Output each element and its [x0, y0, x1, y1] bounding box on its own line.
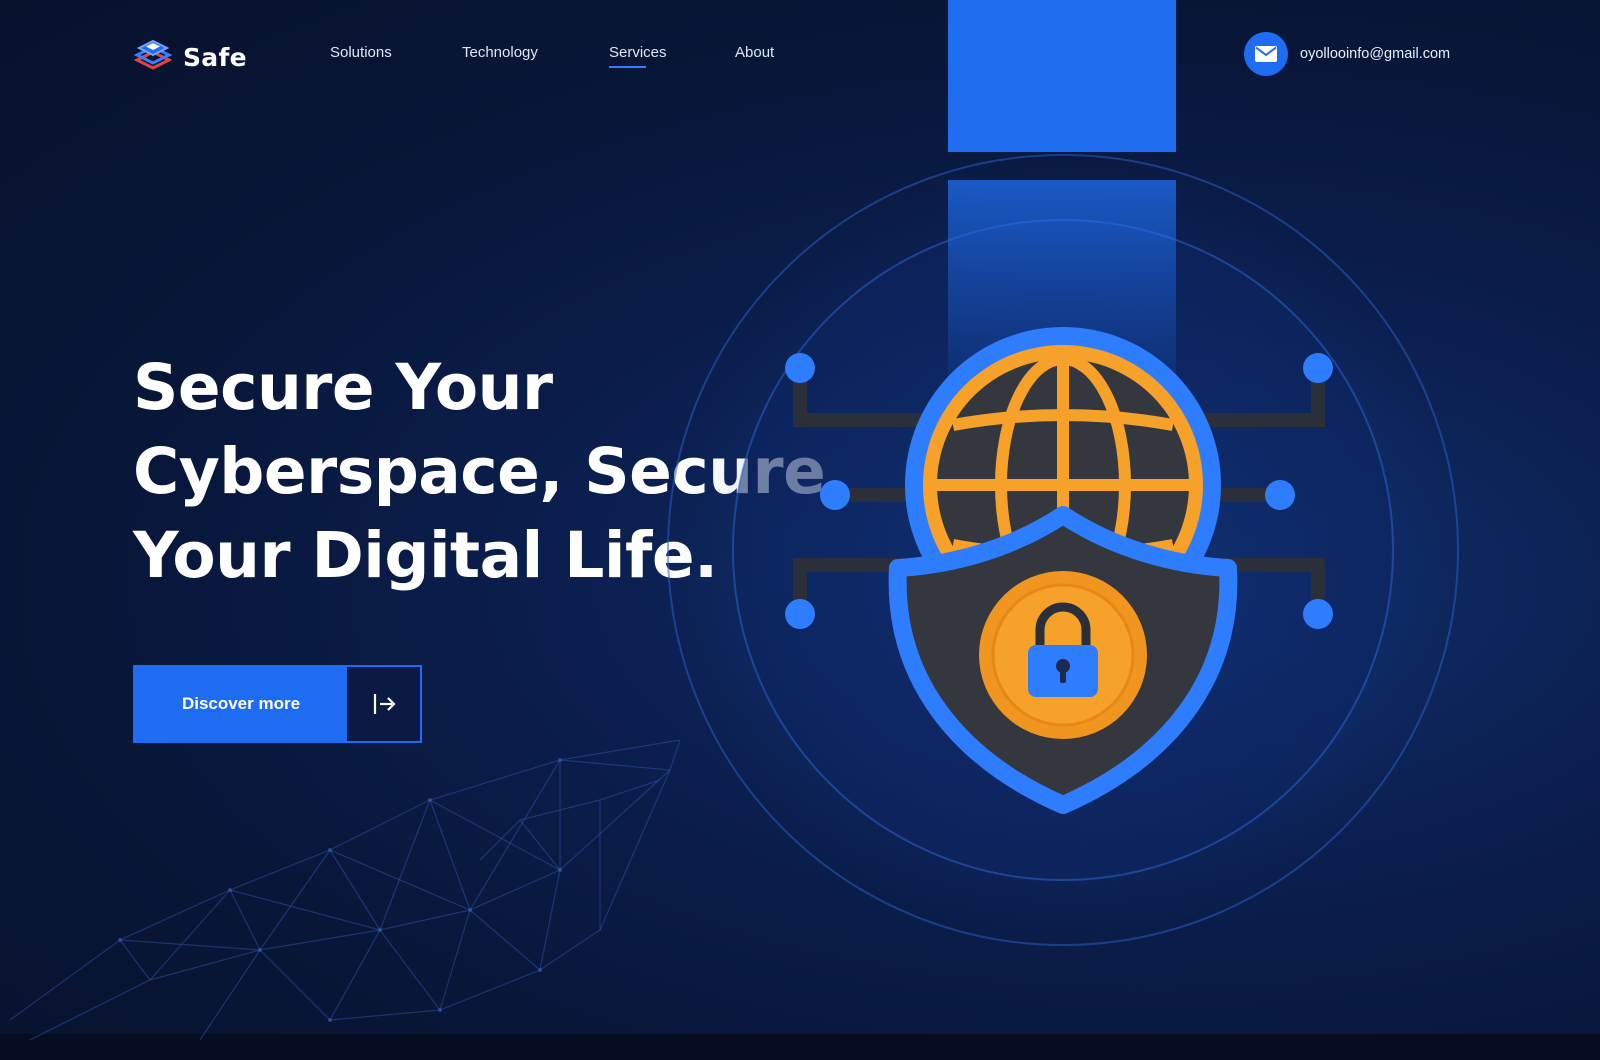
brand-logo[interactable]: Safe [133, 36, 247, 79]
email-address: oyollooinfo@gmail.com [1300, 46, 1451, 62]
nav-item-about[interactable]: About [735, 44, 774, 61]
mail-icon [1244, 32, 1288, 76]
nav-item-services[interactable]: Services [609, 44, 667, 68]
nav-item-solutions[interactable]: Solutions [330, 44, 392, 61]
contact-email[interactable]: oyollooinfo@gmail.com [1244, 32, 1450, 76]
wireframe-hand [9, 740, 681, 1040]
discover-more-button[interactable]: Discover more [133, 665, 422, 743]
arrow-right-from-bar-icon [347, 667, 420, 741]
brand-name: Safe [183, 43, 247, 72]
nav-item-technology[interactable]: Technology [462, 44, 538, 61]
discover-more-label: Discover more [135, 667, 347, 741]
globe-shield-lock-icon [667, 154, 1459, 946]
hero-title-line-1: Secure Your [133, 351, 553, 424]
stacked-layers-icon [133, 36, 173, 79]
